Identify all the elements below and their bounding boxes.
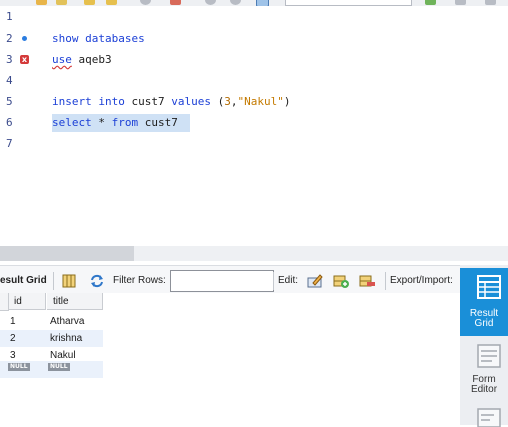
sql-statement: show databases [52, 30, 145, 48]
sql-keyword: from [111, 116, 139, 129]
execute-icon[interactable] [84, 0, 95, 5]
error-icon[interactable]: x [20, 55, 29, 64]
editor-line: 5 insert into cust7 values (3,"Nakul") [0, 93, 508, 111]
editor-line: 2 show databases [0, 30, 508, 48]
sql-punct: ) [283, 95, 291, 108]
line-number: 6 [6, 116, 13, 129]
result-grid-icon [477, 275, 501, 299]
execute-statement-icon[interactable] [106, 0, 117, 5]
sql-keyword: insert [52, 95, 92, 108]
form-editor-tab[interactable]: Form Editor [460, 340, 508, 402]
delete-row-icon[interactable] [358, 272, 376, 290]
editor-horizontal-scrollbar[interactable] [0, 246, 508, 261]
result-grid-title: esult Grid [0, 275, 47, 286]
result-side-panel: Result Grid Form Editor [460, 265, 508, 427]
find-icon[interactable] [455, 0, 466, 5]
line-number: 4 [6, 74, 13, 87]
editor-line: 3 x use aqeb3 [0, 51, 508, 69]
wrap-icon[interactable] [485, 0, 496, 5]
divider [53, 272, 54, 290]
statement-marker-icon [22, 36, 27, 41]
sql-identifier: aqeb3 [78, 53, 112, 66]
editor-line: 4 [0, 72, 508, 90]
line-number: 1 [6, 10, 13, 23]
sql-identifier: cust7 [131, 95, 165, 108]
editor-line: 1 [0, 8, 508, 26]
cell-id[interactable]: 2 [10, 330, 16, 347]
edit-label: Edit: [278, 275, 299, 286]
scrollbar-thumb[interactable] [0, 246, 134, 261]
stop-icon[interactable] [140, 0, 151, 5]
sql-statement: use aqeb3 [52, 51, 112, 69]
null-badge: NULL [48, 363, 70, 371]
cell-title[interactable]: Atharva [50, 313, 84, 330]
sql-editor[interactable]: 1 2 show databases 3 x use aqeb3 4 5 ins… [0, 6, 508, 246]
form-editor-tab-label: Editor [470, 384, 498, 395]
line-number: 5 [6, 95, 13, 108]
sql-punct: , [230, 95, 238, 108]
field-types-tab[interactable] [460, 405, 508, 427]
beautify-icon[interactable] [425, 0, 436, 5]
table-row[interactable]: 1 Atharva [0, 313, 103, 330]
sql-keyword: databases [85, 32, 145, 45]
form-editor-icon [477, 344, 501, 368]
sql-identifier: cust7 [144, 116, 178, 129]
sql-keyword: use [52, 53, 72, 66]
table-row[interactable]: 2 krishna [0, 330, 103, 347]
sql-statement: select * from cust7 [52, 114, 178, 132]
sql-keyword: show [52, 32, 79, 45]
result-grid-tab[interactable]: Result Grid [460, 268, 508, 336]
cell-id[interactable]: 1 [10, 313, 16, 330]
column-header-id[interactable]: id [9, 293, 46, 310]
result-grid[interactable]: id title 1 Atharva 2 krishna 3 Nakul NUL… [0, 293, 460, 425]
result-toolbar: esult Grid Filter Rows: Edit: Export/Imp… [0, 265, 460, 296]
table-row-new[interactable]: NULL NULL [0, 361, 103, 378]
open-folder-icon[interactable] [56, 0, 67, 5]
add-row-icon[interactable] [332, 272, 350, 290]
refresh-icon[interactable] [88, 272, 106, 290]
filter-rows-input[interactable] [170, 270, 274, 292]
sql-keyword: into [98, 95, 125, 108]
line-number: 7 [6, 137, 13, 150]
null-badge: NULL [8, 363, 30, 371]
sql-keyword: select [52, 116, 92, 129]
divider [385, 272, 386, 290]
grid-layout-icon[interactable] [60, 272, 78, 290]
editor-line-selected: 6 select * from cust7 [0, 114, 508, 132]
toggle-icon[interactable] [170, 0, 181, 5]
field-types-icon [477, 408, 501, 427]
sql-keyword: values [171, 95, 211, 108]
sql-punct: * [98, 116, 105, 129]
save-icon[interactable] [36, 0, 47, 5]
cell-title[interactable]: krishna [50, 330, 82, 347]
rollback-icon[interactable] [230, 0, 241, 5]
sql-string: "Nakul" [237, 95, 284, 108]
filter-rows-label: Filter Rows: [113, 275, 166, 286]
editor-line: 7 [0, 135, 508, 153]
result-grid-tab-label: Grid [474, 318, 494, 329]
line-number: 2 [6, 32, 13, 45]
column-header-title[interactable]: title [47, 293, 103, 310]
commit-icon[interactable] [205, 0, 216, 5]
export-import-label: Export/Import: [390, 275, 453, 286]
edit-row-icon[interactable] [306, 272, 324, 290]
divider [273, 272, 274, 290]
row-header-corner [0, 293, 9, 311]
sql-number: 3 [224, 95, 231, 108]
sql-statement: insert into cust7 values (3,"Nakul") [52, 93, 290, 111]
